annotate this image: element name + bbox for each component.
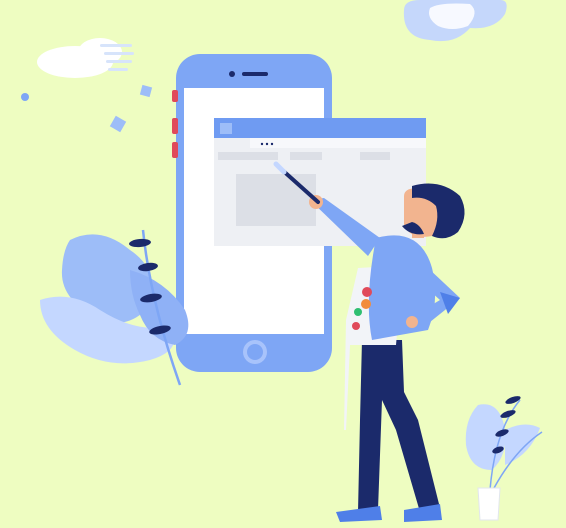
illustration-canvas <box>0 0 566 528</box>
browser-window-icon <box>214 118 426 246</box>
illustration-scene <box>0 0 566 528</box>
